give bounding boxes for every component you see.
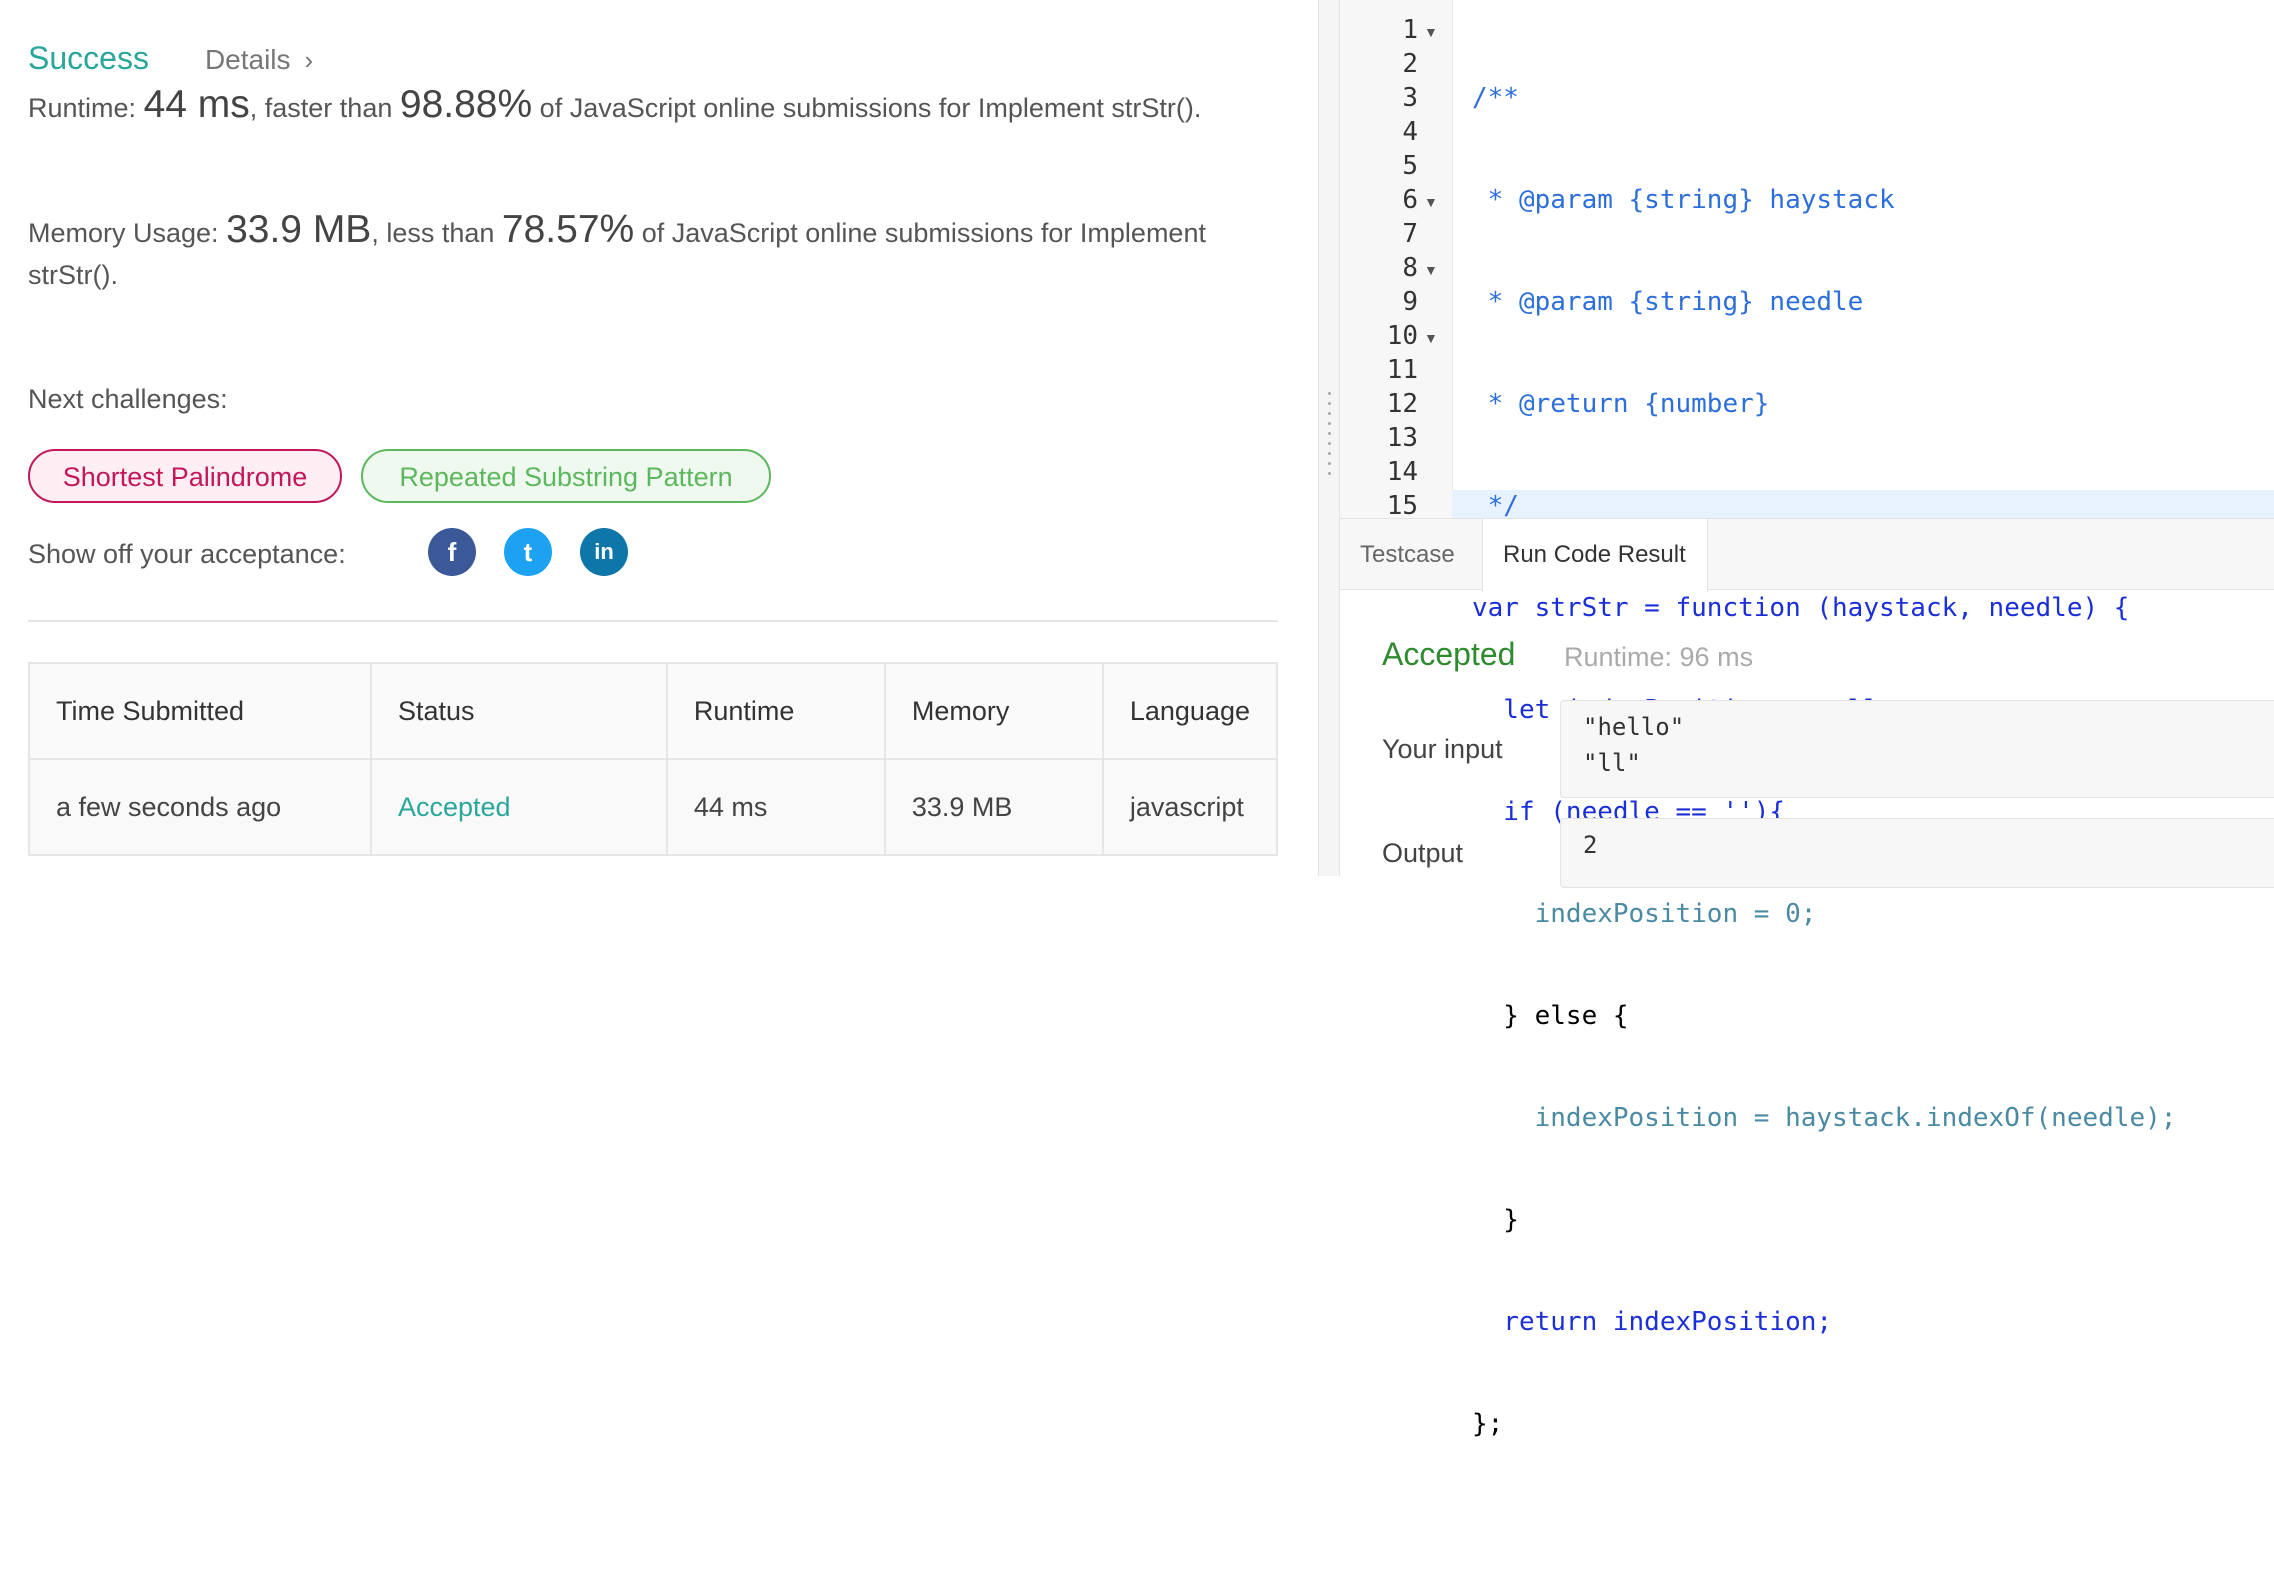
code-line: * @param {string} haystack: [1472, 185, 1895, 215]
status-success: Success: [28, 40, 149, 76]
cell-time: a few seconds ago: [28, 758, 372, 856]
cell-memory: 33.9 MB: [883, 758, 1104, 856]
code-line: * @param {string} needle: [1472, 287, 1864, 317]
run-verdict: Accepted: [1382, 636, 1516, 672]
memory-mid: , less than: [371, 218, 495, 248]
line-number: 6: [1402, 185, 1418, 215]
line-number: 8: [1402, 253, 1418, 283]
line-number: 1: [1402, 15, 1418, 45]
memory-label: Memory Usage:: [28, 218, 219, 248]
challenge-shortest-palindrome[interactable]: Shortest Palindrome: [28, 449, 342, 503]
facebook-icon[interactable]: f: [428, 528, 476, 576]
code-editor[interactable]: 1 2 3 4 5 6 7 8 9 10 11 12 13 14 15 ▼ ▼ …: [1340, 0, 2274, 1439]
share-label: Show off your acceptance:: [28, 539, 346, 569]
chevron-right-icon[interactable]: ›: [305, 45, 314, 76]
cell-language: javascript: [1101, 758, 1279, 856]
status-row: Success Details ›: [28, 40, 313, 77]
line-number: 7: [1402, 219, 1418, 249]
panel-resize-handle[interactable]: [1318, 0, 1340, 876]
submissions-table: Time Submitted Status Runtime Memory Lan…: [28, 662, 1279, 856]
line-number: 9: [1402, 287, 1418, 317]
header-memory[interactable]: Memory: [883, 662, 1104, 760]
runtime-mid: , faster than: [249, 93, 393, 123]
code-line: } else {: [1472, 1001, 1629, 1031]
details-link[interactable]: Details: [205, 44, 291, 76]
fold-arrow-icon[interactable]: ▼: [1424, 24, 1438, 40]
runtime-tail: of JavaScript online submissions for Imp…: [539, 93, 1202, 123]
run-runtime: Runtime: 96 ms: [1564, 642, 1754, 672]
linkedin-icon[interactable]: in: [580, 528, 628, 576]
header-language[interactable]: Language: [1101, 662, 1279, 760]
code-line: return indexPosition;: [1472, 1307, 1833, 1337]
code-line: var strStr = function (haystack, needle)…: [1472, 593, 2130, 623]
runtime-summary: Runtime: 44 ms, faster than 98.88% of Ja…: [28, 84, 1248, 129]
memory-value: 33.9 MB: [226, 208, 372, 251]
cell-runtime: 44 ms: [665, 758, 886, 856]
line-gutter: 1 2 3 4 5 6 7 8 9 10 11 12 13 14 15 ▼ ▼ …: [1340, 0, 1453, 521]
line-number: 13: [1386, 423, 1418, 453]
table-header-row: Time Submitted Status Runtime Memory Lan…: [28, 662, 1279, 760]
code-line: }: [1472, 1205, 1519, 1235]
tab-run-code-result[interactable]: Run Code Result: [1482, 519, 1708, 592]
console-tabs: Testcase Run Code Result: [1340, 518, 2274, 592]
twitter-icon[interactable]: t: [504, 528, 552, 576]
input-label: Your input: [1382, 734, 1503, 764]
cell-status-link[interactable]: Accepted: [369, 758, 668, 856]
editor-panel: 1 2 3 4 5 6 7 8 9 10 11 12 13 14 15 ▼ ▼ …: [1340, 0, 2274, 1439]
fold-arrow-icon[interactable]: ▼: [1424, 262, 1438, 278]
code-line: indexPosition = haystack.indexOf(needle)…: [1472, 1103, 2177, 1133]
line-number: 11: [1386, 355, 1418, 385]
line-number: 10: [1386, 321, 1418, 351]
line-number: 12: [1386, 389, 1418, 419]
header-runtime[interactable]: Runtime: [665, 662, 886, 760]
drag-grip-icon[interactable]: [1328, 392, 1332, 482]
tab-testcase[interactable]: Testcase: [1340, 519, 1475, 591]
line-number: 3: [1402, 83, 1418, 113]
code-line: indexPosition = 0;: [1472, 899, 1817, 929]
fold-arrow-icon[interactable]: ▼: [1424, 330, 1438, 346]
line-number: 14: [1386, 457, 1418, 487]
code-line: };: [1472, 1409, 1504, 1439]
runtime-value: 44 ms: [143, 83, 250, 126]
next-challenges-label: Next challenges:: [28, 384, 228, 414]
header-status[interactable]: Status: [369, 662, 668, 760]
output-value-box: 2: [1560, 818, 2274, 888]
memory-summary: Memory Usage: 33.9 MB, less than 78.57% …: [28, 209, 1248, 296]
table-row: a few seconds ago Accepted 44 ms 33.9 MB…: [28, 758, 1279, 856]
input-value-box: "hello" "ll": [1560, 700, 2274, 798]
line-number: 2: [1402, 49, 1418, 79]
code-line: * @return {number}: [1472, 389, 1770, 419]
challenge-repeated-substring-pattern[interactable]: Repeated Substring Pattern: [361, 449, 771, 503]
submission-result-panel: Success Details › Runtime: 44 ms, faster…: [0, 0, 1318, 876]
header-time-submitted[interactable]: Time Submitted: [28, 662, 372, 760]
section-divider: [28, 620, 1278, 622]
memory-percentile: 78.57%: [501, 208, 635, 251]
code-line: /**: [1472, 83, 1519, 113]
runtime-label: Runtime:: [28, 93, 137, 123]
runtime-percentile: 98.88%: [399, 83, 533, 126]
output-label: Output: [1382, 838, 1464, 868]
line-number: 4: [1402, 117, 1418, 147]
fold-arrow-icon[interactable]: ▼: [1424, 194, 1438, 210]
line-number: 5: [1402, 151, 1418, 181]
